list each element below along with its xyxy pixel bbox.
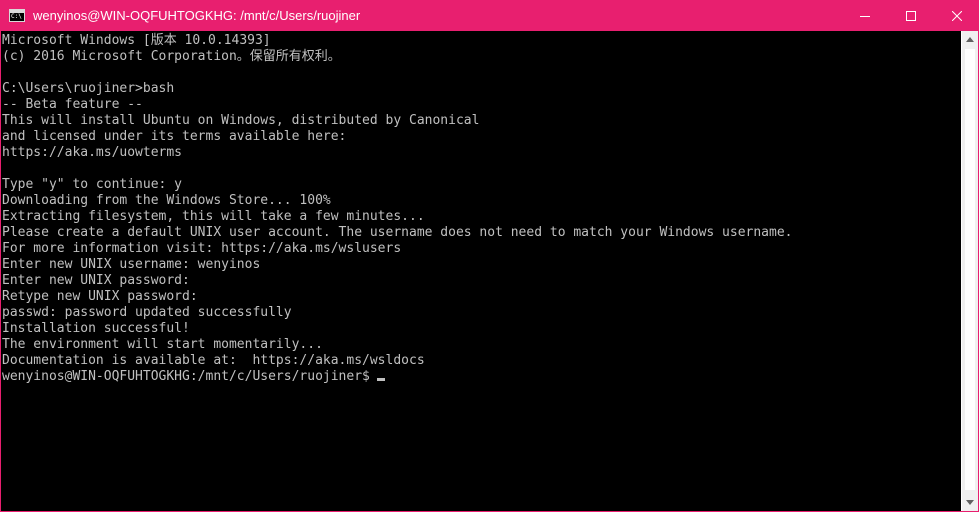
console-line: Extracting filesystem, this will take a … (2, 209, 425, 224)
console-line: Downloading from the Windows Store... 10… (2, 193, 331, 208)
title-bar[interactable]: wenyinos@WIN-OQFUHTOGKHG: /mnt/c/Users/r… (1, 0, 979, 31)
console-line: Enter new UNIX password: (2, 273, 190, 288)
console-line: The environment will start momentarily..… (2, 337, 323, 352)
maximize-icon (906, 10, 916, 21)
scroll-up-button[interactable] (962, 31, 978, 48)
scroll-down-button[interactable] (962, 494, 978, 511)
command-prompt[interactable]: wenyinos@WIN-OQFUHTOGKHG:/mnt/c/Users/ru… (2, 369, 385, 385)
scroll-down-arrow-icon (966, 500, 974, 505)
minimize-button[interactable] (842, 0, 888, 31)
close-icon (952, 10, 962, 21)
console-line: passwd: password updated successfully (2, 305, 292, 320)
maximize-button[interactable] (888, 0, 934, 31)
console-window: wenyinos@WIN-OQFUHTOGKHG: /mnt/c/Users/r… (0, 0, 979, 512)
console-line: For more information visit: https://aka.… (2, 241, 402, 256)
console-line: Type "y" to continue: y (2, 177, 183, 192)
console-line: Documentation is available at: https://a… (2, 353, 425, 368)
close-button[interactable] (934, 0, 979, 31)
console-line: and licensed under its terms available h… (2, 129, 347, 144)
console-line: (c) 2016 Microsoft Corporation。保留所有权利。 (2, 49, 341, 64)
console-line: Installation successful! (2, 321, 190, 336)
text-cursor (376, 378, 385, 381)
cmd-icon[interactable] (9, 9, 25, 22)
console-output[interactable]: Microsoft Windows [版本 10.0.14393] (c) 201… (2, 31, 963, 511)
vertical-scrollbar[interactable] (961, 31, 978, 511)
console-line: Retype new UNIX password: (2, 289, 198, 304)
console-line: Enter new UNIX username: wenyinos (2, 257, 261, 272)
scrollbar-thumb[interactable] (964, 48, 976, 491)
console-line: -- Beta feature -- (2, 97, 143, 112)
prompt-text: wenyinos@WIN-OQFUHTOGKHG:/mnt/c/Users/ru… (2, 369, 370, 384)
window-controls (842, 0, 979, 31)
scroll-up-arrow-icon (966, 37, 974, 42)
console-line: This will install Ubuntu on Windows, dis… (2, 113, 480, 128)
minimize-icon (860, 15, 870, 17)
console-line: Please create a default UNIX user accoun… (2, 225, 793, 240)
window-title: wenyinos@WIN-OQFUHTOGKHG: /mnt/c/Users/r… (33, 8, 361, 23)
console-line: Microsoft Windows [版本 10.0.14393] (2, 33, 271, 48)
console-line: https://aka.ms/uowterms (2, 145, 183, 160)
console-line: C:\Users\ruojiner>bash (2, 81, 175, 96)
